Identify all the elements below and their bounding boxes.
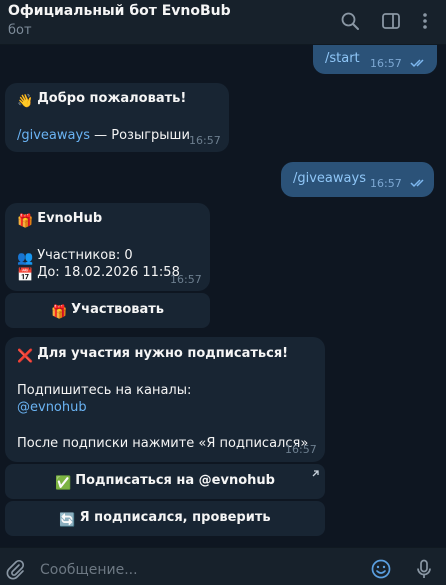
- giveaway-title-text: EvnoHub: [37, 211, 103, 226]
- incoming-message-giveaway: 🎁 EvnoHub 👥 Участников: 0 📅 До: 18.02.2026 …: [5, 203, 210, 291]
- subscribe-title-text: Для участия нужно подписаться!: [37, 346, 289, 361]
- outgoing-message-start: /start 16:57: [313, 45, 437, 74]
- welcome-command-line: /giveaways — Розыгрыши: [17, 128, 190, 144]
- giveaway-title: 🎁 EvnoHub: [17, 211, 102, 230]
- until-text: До: 18.02.2026 11:58: [37, 265, 180, 280]
- double-check-icon: [410, 179, 424, 188]
- check-mark-icon: ✅: [55, 476, 72, 491]
- microphone-icon[interactable]: [413, 558, 435, 580]
- subscribe-followup: После подписки нажмите «Я подписался»: [17, 436, 309, 451]
- message-time: 16:57: [370, 177, 402, 190]
- chat-subtitle: бот: [8, 23, 32, 38]
- subscribe-channel-button[interactable]: ✅ Подписаться на @evnohub: [5, 464, 325, 499]
- gift-icon: 🎁: [50, 305, 68, 320]
- check-subscription-button[interactable]: 🔄 Я подписался, проверить: [5, 501, 325, 536]
- waving-hand-icon: 👋: [17, 94, 34, 109]
- participants-text: Участников: 0: [37, 248, 133, 263]
- sidebar-toggle-icon[interactable]: [380, 10, 402, 32]
- emoji-icon[interactable]: [370, 558, 392, 580]
- more-vertical-icon[interactable]: [414, 10, 436, 32]
- message-input[interactable]: Сообщение...: [40, 562, 138, 578]
- message-list[interactable]: /start 16:57 👋 Добро пожаловать! /giveawa…: [0, 45, 446, 546]
- cross-mark-icon: ❌: [17, 349, 34, 364]
- welcome-title: 👋 Добро пожаловать!: [17, 91, 186, 110]
- external-link-icon: [312, 470, 319, 477]
- message-time: 16:57: [370, 57, 402, 70]
- subscribe-title: ❌ Для участия нужно подписаться!: [17, 346, 288, 365]
- chat-title: Официальный бот EvnoBub: [8, 3, 231, 19]
- chat-header[interactable]: Официальный бот EvnoBub бот: [0, 0, 446, 45]
- gift-icon: 🎁: [17, 214, 34, 229]
- participate-button[interactable]: 🎁 Участвовать: [5, 293, 210, 328]
- incoming-message-welcome: 👋 Добро пожаловать! /giveaways — Розыгрыш…: [5, 83, 229, 152]
- message-time: 16:57: [170, 273, 202, 286]
- check-subscription-button-label: Я подписался, проверить: [79, 510, 271, 525]
- message-text: /start: [325, 51, 360, 66]
- channel-link[interactable]: @evnohub: [17, 400, 87, 416]
- incoming-message-subscribe: ❌ Для участия нужно подписаться! Подпишит…: [5, 337, 325, 462]
- participate-button-label: Участвовать: [71, 302, 165, 317]
- message-time: 16:57: [285, 443, 317, 456]
- until-line: 📅 До: 18.02.2026 11:58: [17, 265, 180, 284]
- calendar-icon: 📅: [17, 268, 34, 283]
- giveaways-command-link[interactable]: /giveaways: [17, 128, 90, 143]
- welcome-title-text: Добро пожаловать!: [37, 91, 187, 106]
- subscribe-channel-button-label: Подписаться на @evnohub: [75, 473, 275, 488]
- message-time: 16:57: [189, 134, 221, 147]
- double-check-icon: [410, 59, 424, 68]
- message-input-bar[interactable]: Сообщение...: [0, 547, 446, 585]
- subscribe-instruction: Подпишитесь на каналы:: [17, 383, 192, 398]
- refresh-icon: 🔄: [59, 513, 76, 528]
- command-description: — Розыгрыши: [89, 128, 190, 143]
- message-text: /giveaways: [293, 171, 366, 186]
- paperclip-icon[interactable]: [4, 558, 26, 580]
- outgoing-message-giveaways: /giveaways 16:57: [281, 162, 434, 197]
- search-icon[interactable]: [339, 10, 361, 32]
